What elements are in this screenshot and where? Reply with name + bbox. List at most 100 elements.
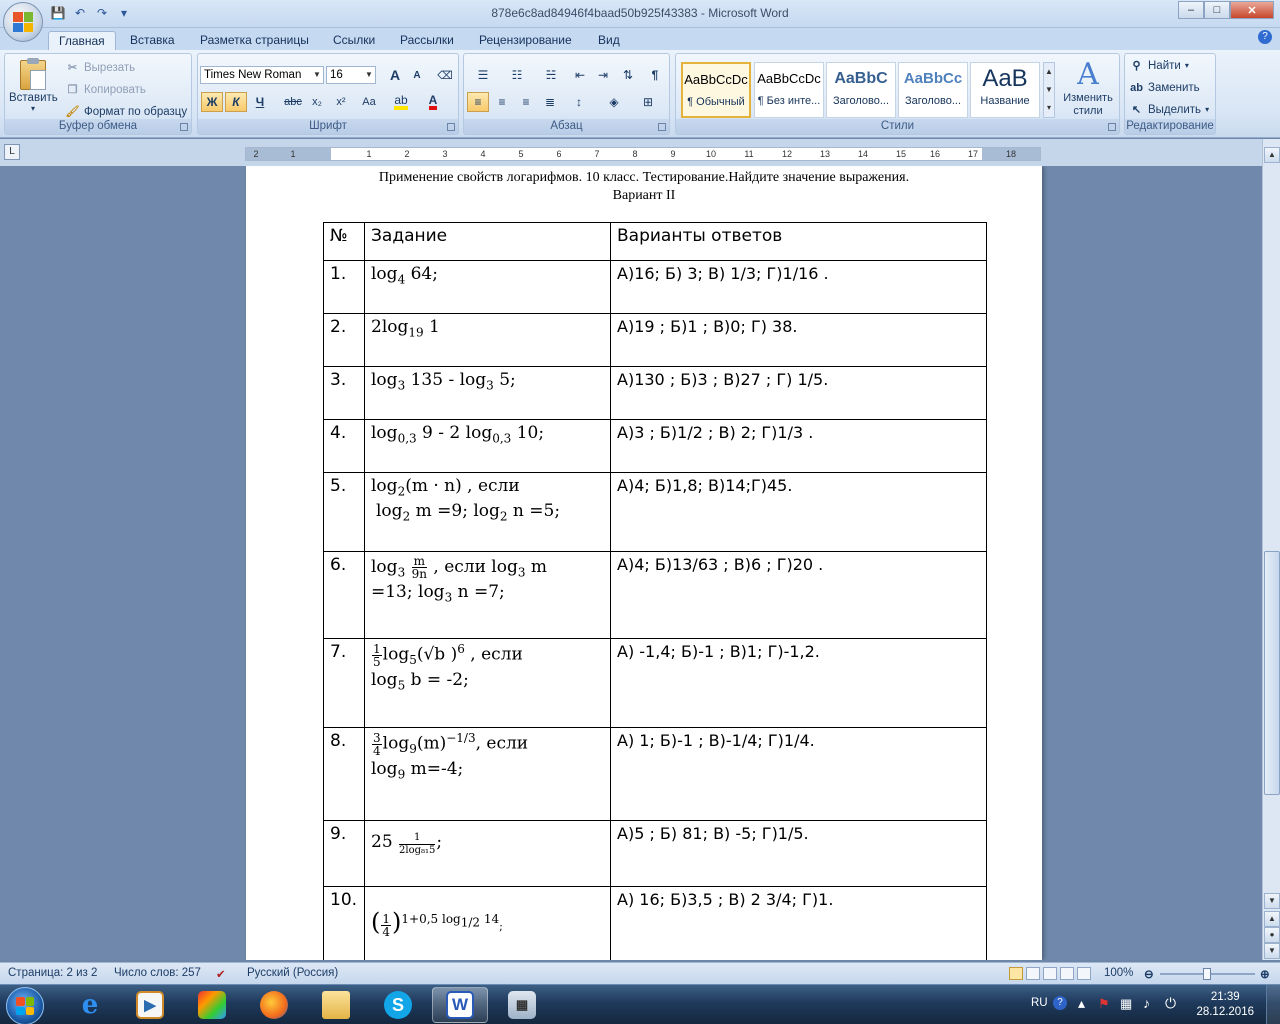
draft-icon[interactable]	[1077, 967, 1091, 980]
spellcheck-icon[interactable]: ✔	[216, 967, 226, 981]
align-center-icon[interactable]: ≡	[491, 92, 513, 112]
scroll-up-icon[interactable]: ▲	[1264, 147, 1280, 163]
bold-button[interactable]: Ж	[201, 92, 223, 112]
tab-references[interactable]: Ссылки	[323, 31, 385, 50]
full-screen-reading-icon[interactable]	[1026, 967, 1040, 980]
tab-view[interactable]: Вид	[588, 31, 630, 50]
language-bar[interactable]: RU	[1031, 997, 1048, 1024]
minimize-button[interactable]: –	[1178, 1, 1204, 19]
cut-button[interactable]: ✂ Вырезать	[65, 60, 135, 75]
outline-icon[interactable]	[1060, 967, 1074, 980]
shading-icon[interactable]: ◈	[600, 92, 628, 112]
browse-object-icon[interactable]: ●	[1264, 927, 1280, 943]
style-no-spacing[interactable]: AaBbCcDc ¶ Без инте...	[754, 62, 824, 118]
vertical-scrollbar[interactable]: ▲ ▼ ▲ ● ▼	[1262, 139, 1280, 960]
help-icon[interactable]: ?	[1258, 30, 1272, 44]
grow-font-button[interactable]: A	[384, 65, 406, 85]
scroll-down-icon[interactable]: ▼	[1264, 893, 1280, 909]
taskbar-explorer[interactable]	[308, 987, 364, 1023]
tab-insert[interactable]: Вставка	[120, 31, 185, 50]
copy-button[interactable]: ❐ Копировать	[65, 82, 146, 97]
decrease-indent-icon[interactable]: ⇤	[569, 65, 591, 85]
action-center-icon[interactable]: ⚑	[1098, 996, 1110, 1024]
sort-icon[interactable]: ⇅	[617, 65, 639, 85]
horizontal-ruler[interactable]: 2 1 1 2 3 4 5 6 7 8 9 10 11 12 13 14 15 …	[245, 147, 1041, 161]
borders-icon[interactable]: ⊞	[634, 92, 662, 112]
font-size-select[interactable]: 16 ▼	[326, 66, 376, 84]
tab-home[interactable]: Главная	[48, 31, 116, 50]
align-right-icon[interactable]: ≡	[515, 92, 537, 112]
style-title[interactable]: AaB Название	[970, 62, 1040, 118]
volume-icon[interactable]: ♪	[1143, 995, 1150, 1024]
office-button[interactable]	[3, 2, 43, 42]
multilevel-list-icon[interactable]: ☵	[536, 65, 566, 85]
zoom-slider-thumb[interactable]	[1203, 968, 1211, 980]
page-indicator[interactable]: Страница: 2 из 2	[8, 967, 97, 979]
taskbar-firefox[interactable]	[246, 987, 302, 1023]
subscript-button[interactable]: x₂	[306, 92, 328, 112]
print-layout-icon[interactable]	[1009, 967, 1023, 980]
tab-selector-button[interactable]: L	[4, 144, 20, 160]
paragraph-launcher-icon[interactable]	[658, 123, 666, 131]
language-indicator[interactable]: Русский (Россия)	[247, 967, 338, 979]
next-page-icon[interactable]: ▼	[1264, 943, 1280, 959]
replace-button[interactable]: ab Заменить	[1129, 80, 1200, 95]
web-layout-icon[interactable]	[1043, 967, 1057, 980]
help-tray-icon[interactable]: ?	[1053, 996, 1067, 1010]
underline-button[interactable]: Ч	[249, 92, 271, 112]
word-count[interactable]: Число слов: 257	[114, 967, 201, 979]
font-family-select[interactable]: Times New Roman ▼	[200, 66, 324, 84]
format-painter-button[interactable]: 🖌 Формат по образцу	[65, 104, 188, 119]
highlight-icon[interactable]: ab	[390, 92, 412, 112]
clipboard-launcher-icon[interactable]	[180, 123, 188, 131]
change-case-button[interactable]: Aa	[355, 92, 383, 112]
variant-heading: Вариант II	[612, 188, 676, 203]
taskbar-app-3[interactable]	[184, 987, 240, 1023]
shrink-font-button[interactable]: A	[406, 65, 428, 85]
close-button[interactable]: ✕	[1230, 1, 1274, 19]
find-button[interactable]: ⚲ Найти ▾	[1129, 58, 1188, 73]
zoom-level[interactable]: 100%	[1104, 967, 1133, 979]
show-formatting-button[interactable]: ¶	[644, 65, 666, 85]
network-icon[interactable]: ▦	[1120, 996, 1132, 1024]
justify-icon[interactable]: ≣	[539, 92, 561, 112]
tab-page-layout[interactable]: Разметка страницы	[190, 31, 319, 50]
tab-mailings[interactable]: Рассылки	[390, 31, 464, 50]
power-icon[interactable]: ⏻	[1165, 995, 1176, 1024]
start-button[interactable]	[6, 987, 44, 1024]
italic-button[interactable]: К	[225, 92, 247, 112]
previous-page-icon[interactable]: ▲	[1264, 911, 1280, 927]
style-normal[interactable]: AaBbCcDc ¶ Обычный	[681, 62, 751, 118]
font-launcher-icon[interactable]	[447, 123, 455, 131]
taskbar-internet-explorer[interactable]: e	[62, 987, 118, 1023]
tab-review[interactable]: Рецензирование	[469, 31, 582, 50]
taskbar-media-player[interactable]: ▶	[122, 987, 178, 1023]
styles-scroll[interactable]: ▲ ▼ ▾	[1043, 62, 1055, 118]
zoom-out-icon[interactable]: ⊖	[1144, 967, 1154, 981]
system-clock[interactable]: 21:39 28.12.2016	[1196, 990, 1254, 1020]
taskbar-skype[interactable]: S	[370, 987, 426, 1023]
show-desktop-button[interactable]	[1266, 985, 1280, 1024]
style-heading-1[interactable]: AaBbC Заголово...	[826, 62, 896, 118]
line-spacing-icon[interactable]: ↕	[565, 92, 593, 112]
strikethrough-button[interactable]: abc	[282, 92, 304, 112]
increase-indent-icon[interactable]: ⇥	[592, 65, 614, 85]
taskbar-calculator[interactable]: ▦	[494, 987, 550, 1023]
document-page[interactable]: Применение свойств логарифмов. 10 класс.…	[246, 166, 1042, 960]
align-left-icon[interactable]: ≡	[467, 92, 489, 112]
paste-button[interactable]: Вставить ▾	[9, 58, 58, 118]
style-heading-2[interactable]: AaBbCc Заголово...	[898, 62, 968, 118]
numbering-icon[interactable]: ☷	[502, 65, 532, 85]
select-button[interactable]: ↖ Выделить ▾	[1129, 102, 1209, 117]
maximize-button[interactable]: □	[1204, 1, 1230, 19]
styles-launcher-icon[interactable]	[1108, 123, 1116, 131]
superscript-button[interactable]: x²	[330, 92, 352, 112]
zoom-in-icon[interactable]: ⊕	[1260, 967, 1270, 981]
taskbar-word[interactable]: W	[432, 987, 488, 1023]
font-color-icon[interactable]: A	[422, 92, 444, 112]
scroll-thumb[interactable]	[1264, 551, 1280, 795]
tray-expand-icon[interactable]: ▴	[1078, 995, 1085, 1024]
change-styles-button[interactable]: A Изменить стили	[1059, 58, 1117, 118]
clear-formatting-icon[interactable]: ⌫	[434, 65, 456, 85]
bullets-icon[interactable]: ☰	[468, 65, 498, 85]
